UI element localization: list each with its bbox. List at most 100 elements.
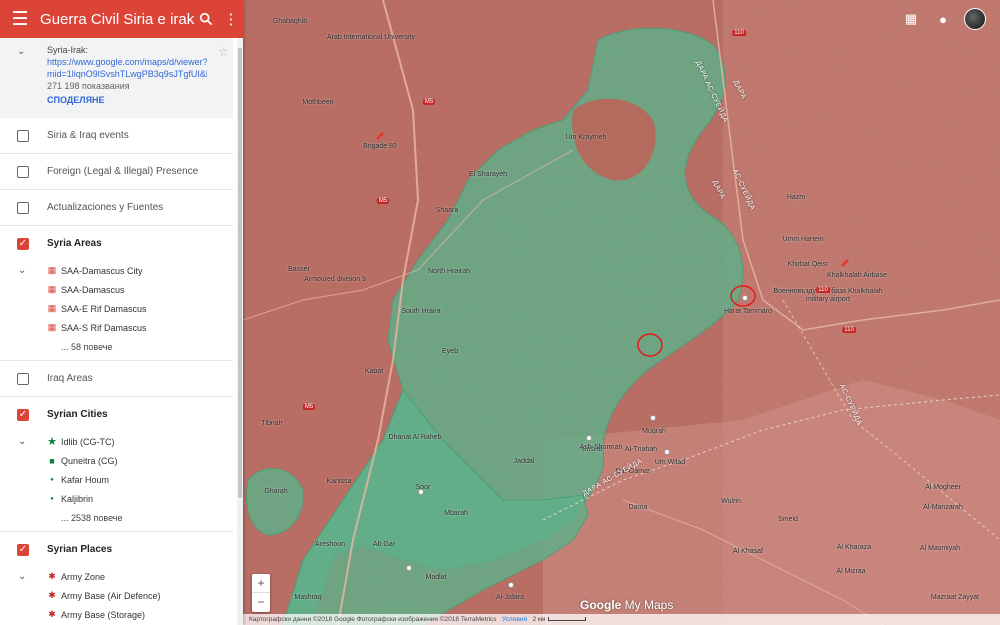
layer-name: Iraq Areas	[47, 373, 93, 384]
layer-row[interactable]: ✓ Syrian Cities	[0, 397, 233, 432]
map-label: Ab Gar	[372, 541, 396, 548]
map-label: Umm Hartein	[782, 236, 824, 243]
map-pin[interactable]	[650, 415, 656, 421]
layer-checkbox[interactable]	[17, 201, 29, 214]
scale-label: 2 км	[532, 616, 546, 623]
road-badge: 110	[816, 287, 830, 293]
star-icon[interactable]: ☆	[218, 45, 229, 59]
layer-row[interactable]: ✓ Syrian Places	[0, 532, 233, 567]
scrollbar-thumb[interactable]	[238, 48, 242, 498]
layer-row[interactable]: Siria & Iraq events	[0, 118, 233, 153]
map-label: Um Wilad	[654, 459, 686, 466]
list-item[interactable]: ● Kaljibrin	[0, 489, 233, 508]
map-pin[interactable]	[742, 295, 748, 301]
layer-row[interactable]: Iraq Areas	[0, 361, 233, 396]
layer-checkbox[interactable]	[17, 165, 29, 178]
expand-chevron-icon[interactable]: ⌄	[18, 265, 26, 276]
more-items-link[interactable]: ... 58 повече	[0, 337, 233, 356]
map-label: South Hraira	[401, 308, 441, 315]
layer-row[interactable]: Foreign (Legal & Illegal) Presence	[0, 154, 233, 189]
map-label: Al-Manzarah	[923, 504, 963, 511]
list-item[interactable]: ■ Quneitra (CG)	[0, 451, 233, 470]
list-item[interactable]: ⌄ ▦ SAA-Damascus City	[0, 261, 233, 280]
list-item[interactable]: ✱ Army Base (Storage)	[0, 605, 233, 624]
layer-foreign-presence: Foreign (Legal & Illegal) Presence	[0, 154, 233, 190]
polygon-icon: ▦	[47, 284, 57, 294]
map-canvas[interactable]: Ghabaghib Arab International University …	[243, 0, 1000, 625]
layer-name: Syria Areas	[47, 238, 102, 249]
item-label: SAA-Damascus	[61, 284, 125, 295]
road-badge: 110	[842, 327, 856, 333]
map-pin[interactable]	[508, 582, 514, 588]
polygon-icon: ▦	[47, 265, 57, 275]
list-item[interactable]: ● Kafar Houm	[0, 470, 233, 489]
map-info-panel: ⌄ ☆ Syria-Irak: https://www.google.com/m…	[0, 38, 233, 118]
more-items-link[interactable]: ... 2538 повече	[0, 508, 233, 527]
item-label: Army Base (Air Defence)	[61, 590, 161, 601]
google-my-maps-logo: Google My Maps	[580, 598, 673, 612]
map-label: Hazm	[786, 194, 806, 201]
list-item[interactable]: ▦ SAA-E Rif Damascus	[0, 299, 233, 318]
layer-checkbox-checked[interactable]: ✓	[17, 237, 29, 250]
layer-row[interactable]: Actualizaciones y Fuentes	[0, 190, 233, 225]
logo-google: Google	[580, 598, 622, 612]
map-label: Gharah	[264, 488, 288, 495]
map-label: Armoured division 9	[304, 276, 366, 283]
info-url-line1[interactable]: https://www.google.com/maps/d/viewer?	[47, 56, 207, 68]
list-item[interactable]: ▦ SAA-Damascus	[0, 280, 233, 299]
list-item[interactable]: ✱ Army Base (Air Defence)	[0, 586, 233, 605]
list-item[interactable]: ⌄ ✱ Army Zone	[0, 567, 233, 586]
map-label: Tibnah	[261, 420, 283, 427]
info-url-line2[interactable]: mid=1liqnO9lSvshTLwgPB3q9sJTgfUI&ll=3	[47, 68, 207, 80]
notifications-icon[interactable]: ●	[932, 8, 954, 30]
search-icon[interactable]	[194, 0, 218, 38]
map-label: Dama	[628, 504, 648, 511]
layer-checkbox-checked[interactable]: ✓	[17, 408, 29, 421]
item-label: Army Zone	[61, 571, 106, 582]
map-label: Ash-Shomrah	[579, 444, 623, 451]
account-controls: ▦ ●	[900, 8, 986, 30]
layer-row[interactable]: ✓ Syria Areas	[0, 226, 233, 261]
layer-checkbox-checked[interactable]: ✓	[17, 543, 29, 556]
map-label: North Hrairah	[427, 268, 471, 275]
layer-checkbox[interactable]	[17, 129, 29, 142]
sidebar-header: ☰ Guerra Civil Siria e irak ⋮	[0, 0, 243, 38]
map-label: Brigade 89	[363, 143, 397, 150]
terms-link[interactable]: Условия	[502, 616, 527, 623]
layer-checkbox[interactable]	[17, 372, 29, 385]
army-marker-icon: ✱	[48, 571, 56, 581]
map-label: Shaara	[435, 207, 459, 214]
map-pin[interactable]	[406, 565, 412, 571]
apps-grid-icon[interactable]: ▦	[900, 8, 922, 30]
map-title: Guerra Civil Siria e irak	[40, 10, 195, 28]
sidebar-scrollbar[interactable]	[237, 38, 243, 625]
road-badge: M5	[422, 99, 436, 105]
map-pin[interactable]	[664, 449, 670, 455]
share-button[interactable]: СПОДЕЛЯНЕ	[47, 95, 233, 105]
expand-chevron-icon[interactable]: ⌄	[18, 571, 26, 582]
scale-bar	[548, 617, 587, 622]
map-label: Harat Tammaro	[723, 308, 773, 315]
info-title: Syria-Irak:	[47, 45, 89, 55]
more-vert-icon[interactable]: ⋮	[219, 0, 243, 38]
item-label: Quneitra (CG)	[61, 455, 118, 466]
map-label: Al Mizraa	[836, 568, 866, 575]
map-pin[interactable]	[586, 435, 592, 441]
map-label: Smeid	[778, 516, 798, 523]
zoom-in-button[interactable]: +	[252, 574, 270, 593]
map-label: Al Kharaza	[836, 544, 872, 551]
expand-chevron-icon[interactable]: ⌄	[18, 436, 26, 447]
map-label: Madlat	[425, 574, 447, 581]
menu-icon[interactable]: ☰	[0, 0, 40, 38]
map-attribution: Картографски данни ©2018 Google Фотограф…	[243, 614, 1000, 625]
avatar[interactable]	[964, 8, 986, 30]
list-item[interactable]: ▦ SAA-S Rif Damascus	[0, 318, 233, 337]
info-views: 271 198 показвания	[47, 81, 130, 91]
map-label: Basser	[288, 266, 310, 273]
square-marker-icon: ■	[49, 455, 55, 466]
list-item[interactable]: ⌄ ★ Idlib (CG-TC)	[0, 432, 233, 451]
map-pin[interactable]	[418, 489, 424, 495]
collapse-chevron-icon[interactable]: ⌄	[17, 46, 25, 57]
zoom-out-button[interactable]: −	[252, 593, 270, 612]
layer-name: Syrian Places	[47, 544, 113, 555]
